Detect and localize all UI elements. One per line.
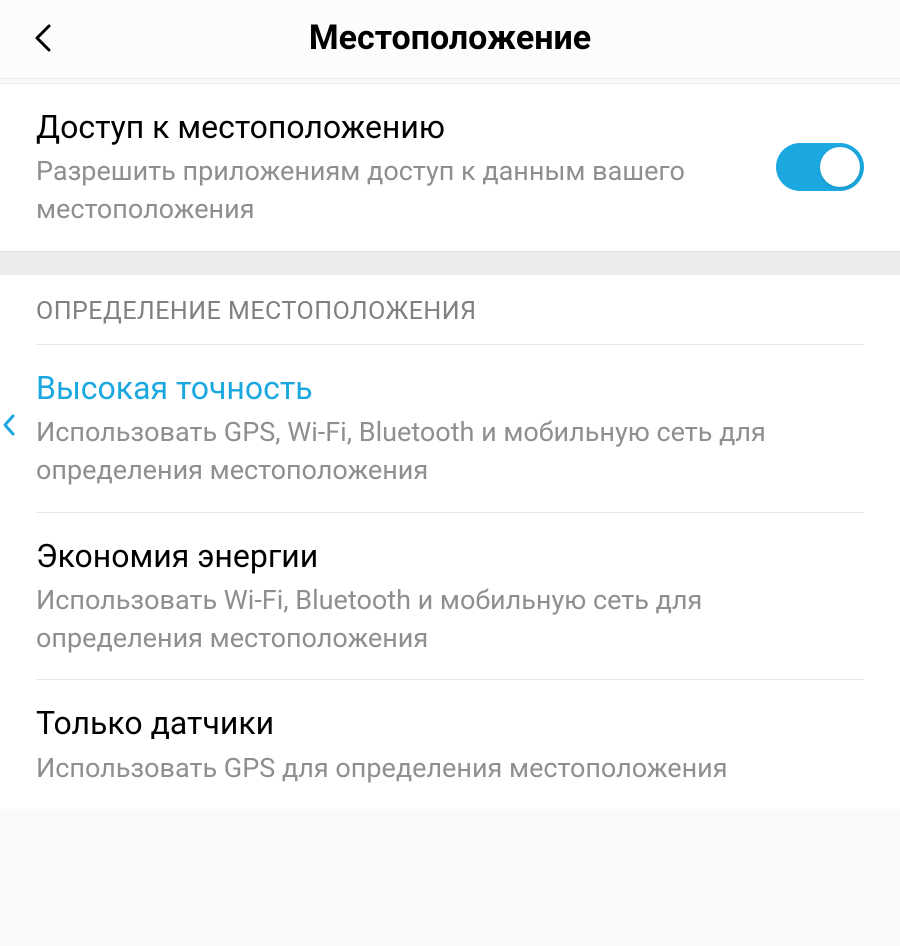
section-header-label: ОПРЕДЕЛЕНИЕ МЕСТОПОЛОЖЕНИЯ	[0, 275, 900, 344]
mode-sensors-only[interactable]: Только датчики Использовать GPS для опре…	[0, 680, 900, 809]
mode-subtitle: Использовать GPS для определения местопо…	[36, 750, 844, 788]
location-access-row[interactable]: Доступ к местоположению Разрешить прилож…	[0, 84, 900, 251]
mode-energy-saving[interactable]: Экономия энергии Использовать Wi-Fi, Blu…	[0, 513, 900, 680]
section-gap	[0, 251, 900, 275]
access-section: Доступ к местоположению Разрешить прилож…	[0, 84, 900, 251]
location-access-subtitle: Разрешить приложениям доступ к данным ва…	[36, 153, 756, 229]
selected-indicator-icon	[2, 413, 16, 443]
mode-high-accuracy[interactable]: Высокая точность Использовать GPS, Wi-Fi…	[0, 345, 900, 512]
mode-title: Экономия энергии	[36, 535, 844, 578]
app-header: Местоположение	[0, 0, 900, 78]
row-content: Экономия энергии Использовать Wi-Fi, Blu…	[36, 535, 864, 658]
location-access-toggle[interactable]	[776, 143, 864, 191]
location-access-title: Доступ к местоположению	[36, 106, 756, 149]
mode-section: ОПРЕДЕЛЕНИЕ МЕСТОПОЛОЖЕНИЯ Высокая точно…	[0, 275, 900, 810]
mode-title: Высокая точность	[36, 367, 844, 410]
row-content: Высокая точность Использовать GPS, Wi-Fi…	[36, 367, 864, 490]
mode-subtitle: Использовать Wi-Fi, Bluetooth и мобильну…	[36, 582, 844, 658]
row-content: Только датчики Использовать GPS для опре…	[36, 702, 864, 787]
mode-title: Только датчики	[36, 702, 844, 745]
row-content: Доступ к местоположению Разрешить прилож…	[36, 106, 776, 229]
mode-subtitle: Использовать GPS, Wi-Fi, Bluetooth и моб…	[36, 414, 844, 490]
page-title: Местоположение	[30, 18, 870, 58]
toggle-knob	[820, 147, 860, 187]
